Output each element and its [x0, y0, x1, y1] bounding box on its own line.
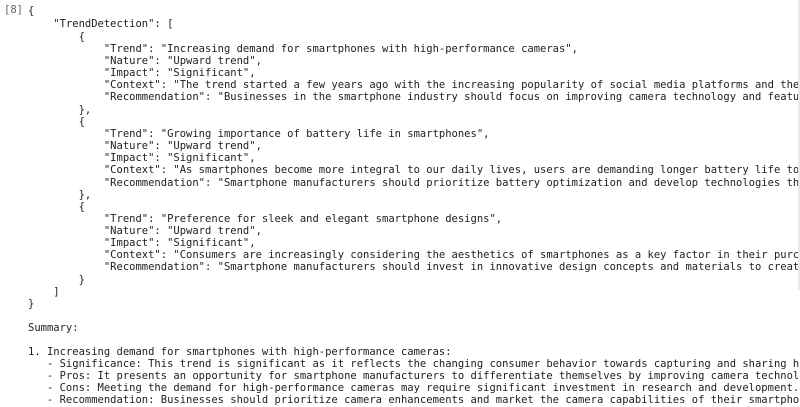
output-line: ]: [28, 286, 60, 298]
output-line: - Significance: This trend is significan…: [46, 358, 800, 370]
output-line: - Cons: Meeting the demand for high-perf…: [28, 382, 800, 394]
output-line: "Context": "Consumers are increasingly c…: [103, 249, 800, 261]
output-line: }: [28, 298, 35, 310]
output-line: "Trend": "Preference for sleek and elega…: [28, 213, 503, 225]
output-line: {: [28, 31, 85, 43]
output-line: Summary:: [28, 322, 79, 334]
output-line: "Impact": "Significant",: [28, 237, 256, 249]
output-line: {: [28, 201, 85, 213]
notebook-output-cell: [8] { "TrendDetection": [ { "Trend": "In…: [0, 0, 800, 407]
execution-count-prompt: [8]: [4, 4, 23, 16]
output-line: "TrendDetection": [: [28, 18, 174, 30]
output-line: - Pros: It presents an opportunity for s…: [46, 370, 800, 382]
output-line: "Recommendation": "Smartphone manufactur…: [103, 261, 800, 273]
output-line: },: [28, 104, 92, 116]
output-line: {: [28, 5, 35, 17]
output-line: - Recommendation: Businesses should prio…: [46, 394, 800, 406]
output-line: "Impact": "Significant",: [28, 152, 256, 164]
output-line: "Recommendation": "Smartphone manufactur…: [103, 177, 800, 189]
output-line: "Nature": "Upward trend",: [28, 225, 262, 237]
output-text-area: { "TrendDetection": [ { "Trend": "Increa…: [28, 0, 800, 407]
output-line: "Recommendation": "Businesses in the sma…: [103, 91, 800, 103]
output-line: }: [28, 274, 85, 286]
output-line: "Impact": "Significant",: [28, 67, 256, 79]
output-line: "Context": "As smartphones become more i…: [103, 164, 800, 176]
output-line: {: [28, 116, 85, 128]
output-line: 1. Increasing demand for smartphones wit…: [28, 346, 452, 358]
output-line: "Nature": "Upward trend",: [28, 55, 262, 67]
output-line: "Trend": "Growing importance of battery …: [28, 128, 490, 140]
output-line: "Nature": "Upward trend",: [28, 140, 262, 152]
output-line: },: [28, 189, 92, 201]
output-line: "Trend": "Increasing demand for smartpho…: [28, 43, 578, 55]
output-line: "Context": "The trend started a few year…: [103, 79, 800, 91]
